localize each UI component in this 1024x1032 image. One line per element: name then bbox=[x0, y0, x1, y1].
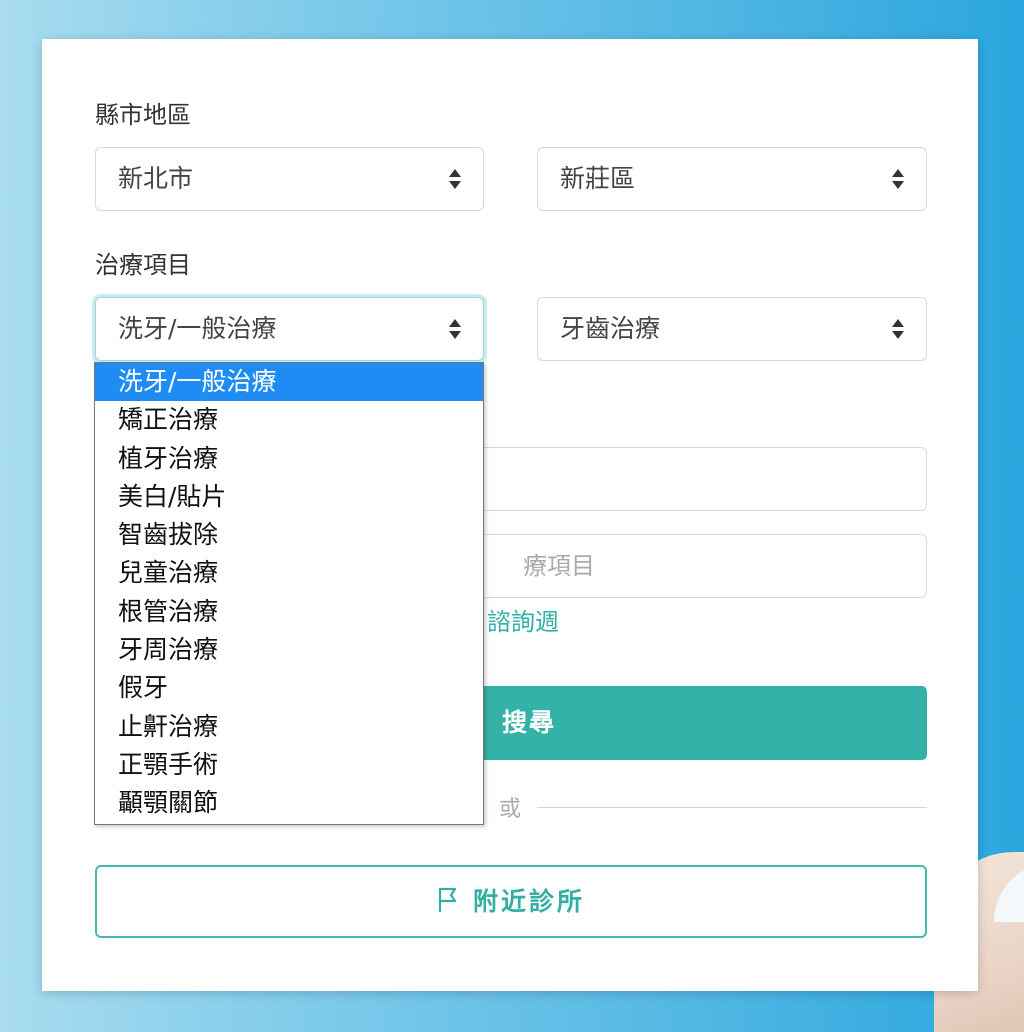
dropdown-option[interactable]: 牙周治療 bbox=[95, 631, 483, 669]
dropdown-option[interactable]: 矯正治療 bbox=[95, 401, 483, 439]
background-photo-shirt bbox=[994, 862, 1024, 922]
treatment-select[interactable]: 洗牙/一般治療 bbox=[95, 297, 484, 361]
treatment-label: 治療項目 bbox=[95, 251, 191, 279]
district-select[interactable]: 新莊區 bbox=[537, 147, 927, 211]
dropdown-option[interactable]: 兒童治療 bbox=[95, 554, 483, 592]
treatment-select-value: 洗牙/一般治療 bbox=[118, 314, 277, 343]
dropdown-option[interactable]: 洗牙/一般治療 bbox=[95, 363, 483, 402]
treatment-keyword-placeholder: 療項目 bbox=[523, 552, 595, 580]
region-label: 縣市地區 bbox=[95, 101, 191, 129]
dropdown-option[interactable]: 正顎手術 bbox=[95, 746, 483, 784]
nearby-clinic-label: 附近診所 bbox=[472, 887, 585, 916]
treatment-category-value: 牙齒治療 bbox=[560, 314, 661, 343]
dropdown-option[interactable]: 止鼾治療 bbox=[95, 708, 483, 746]
treatment-dropdown-list: 洗牙/一般治療 矯正治療 植牙治療 美白/貼片 智齒拔除 兒童治療 根管治療 牙… bbox=[94, 362, 484, 825]
city-select-value: 新北市 bbox=[118, 164, 194, 193]
dropdown-option[interactable]: 植牙治療 bbox=[95, 440, 483, 478]
dropdown-option[interactable]: 美白/貼片 bbox=[95, 478, 483, 516]
dropdown-option[interactable]: 假牙 bbox=[95, 669, 483, 707]
city-select[interactable]: 新北市 bbox=[95, 147, 484, 211]
sort-caret-icon bbox=[449, 318, 461, 340]
dropdown-option[interactable]: 智齒拔除 bbox=[95, 516, 483, 554]
or-text: 或 bbox=[482, 797, 537, 822]
dropdown-option[interactable]: 根管治療 bbox=[95, 593, 483, 631]
nearby-clinic-button[interactable]: 附近診所 bbox=[95, 865, 927, 938]
sort-caret-icon bbox=[892, 318, 904, 340]
sort-caret-icon bbox=[892, 168, 904, 190]
flag-icon bbox=[438, 887, 457, 912]
sort-caret-icon bbox=[449, 168, 461, 190]
dropdown-option[interactable]: 顳顎關節 bbox=[95, 784, 483, 822]
treatment-category-select[interactable]: 牙齒治療 bbox=[537, 297, 927, 361]
district-select-value: 新莊區 bbox=[560, 164, 636, 193]
